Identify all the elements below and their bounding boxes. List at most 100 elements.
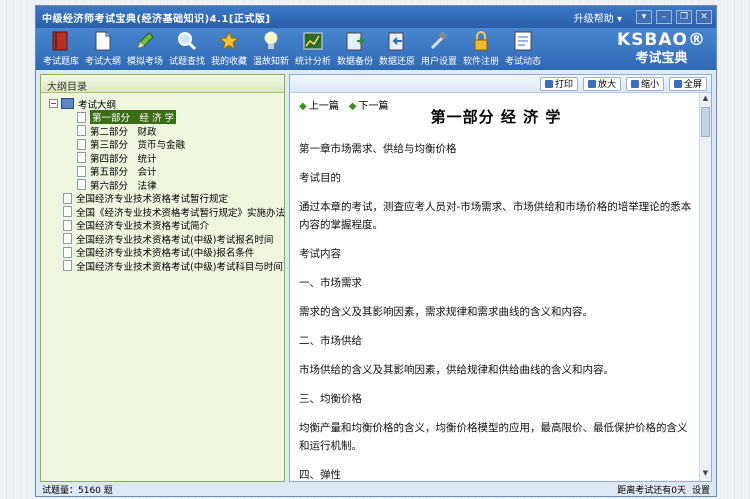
tree-item-part-3[interactable]: 第三部分 货币与金融 bbox=[49, 138, 284, 152]
tree-item-label: 全国《经济专业技术资格考试暂行规定》实施办法 bbox=[76, 207, 286, 219]
article-paragraph: 均衡产量和均衡价格的含义，均衡价格模型的应用，最高限价、最低保护价格的含义和运行… bbox=[299, 422, 688, 452]
tools-icon bbox=[429, 31, 449, 51]
left-arrow-icon: ◆ bbox=[299, 101, 307, 112]
article-content: ◆ 上一篇 ◆ 下一篇 第一部分 经 济 学 第一章市场需求、供给与均衡价格 考试目… bbox=[290, 93, 711, 481]
toolbar-search[interactable]: 试题查找 bbox=[166, 28, 208, 70]
star-icon bbox=[219, 31, 239, 51]
toolbar-restore[interactable]: 数据还原 bbox=[376, 28, 418, 70]
toolbar-news[interactable]: 考试动态 bbox=[502, 28, 544, 70]
right-arrow-icon: ◆ bbox=[348, 101, 357, 112]
toolbar-question-bank[interactable]: 考试题库 bbox=[40, 28, 82, 70]
pencil-icon bbox=[135, 31, 155, 51]
document-icon bbox=[77, 138, 86, 150]
toolbar-label: 统计分析 bbox=[294, 57, 331, 67]
fullscreen-button[interactable]: 全屏 bbox=[668, 76, 707, 91]
document-icon bbox=[63, 260, 72, 272]
next-label: 下一篇 bbox=[358, 101, 389, 112]
toolbar-backup[interactable]: 数据备份 bbox=[334, 28, 376, 70]
zoom-in-button[interactable]: 放大 bbox=[582, 76, 621, 91]
printer-icon bbox=[544, 79, 553, 88]
toolbar-user-settings[interactable]: 用户设置 bbox=[418, 28, 460, 70]
scroll-thumb[interactable] bbox=[701, 107, 710, 137]
outline-pane: 大纲目录 − 考试大纲 第一部分 经 济 学 第二部分 财政 第三部分 货币与金… bbox=[40, 74, 285, 482]
toolbar-statistics[interactable]: 统计分析 bbox=[292, 28, 334, 70]
restore-icon bbox=[387, 31, 407, 51]
zoom-in-icon bbox=[587, 79, 596, 88]
tree-item-doc-3[interactable]: 全国经济专业技术资格考试简介 bbox=[49, 219, 284, 232]
settings-link[interactable]: 设置 bbox=[692, 483, 710, 496]
tree-root-label: 考试大纲 bbox=[78, 99, 117, 111]
tree-item-label: 第四部分 统计 bbox=[90, 153, 157, 165]
toolbar-label: 模拟考场 bbox=[126, 57, 163, 67]
scroll-down-icon[interactable]: ▼ bbox=[700, 469, 711, 480]
toolbar-favorites[interactable]: 我的收藏 bbox=[208, 28, 250, 70]
zoom-out-label: 缩小 bbox=[640, 80, 659, 90]
zoom-out-button[interactable]: 缩小 bbox=[625, 76, 664, 91]
lightbulb-icon bbox=[261, 31, 281, 51]
window-title: 中级经济师考试宝典(经济基础知识)4.1[正式版] bbox=[42, 13, 271, 25]
news-icon bbox=[513, 31, 533, 51]
chart-icon bbox=[303, 31, 323, 51]
document-icon bbox=[63, 206, 72, 218]
toolbar-label: 温故知新 bbox=[252, 57, 289, 67]
upgrade-help-menu[interactable]: 升级帮助 ▾ bbox=[574, 10, 622, 25]
tree-item-label: 全国经济专业技术资格考试(中级)考试报名时间 bbox=[76, 234, 274, 246]
search-icon bbox=[177, 31, 197, 51]
title-bar: 中级经济师考试宝典(经济基础知识)4.1[正式版] 升级帮助 ▾ ▾ – ❐ ✕ bbox=[36, 6, 716, 28]
toolbar-label: 用户设置 bbox=[420, 57, 457, 67]
toolbar-label: 数据备份 bbox=[336, 57, 373, 67]
article-paragraph: 四、弹性 bbox=[299, 469, 341, 481]
toolbar-review[interactable]: 温故知新 bbox=[250, 28, 292, 70]
book-icon bbox=[51, 31, 71, 51]
tree-item-label: 全国经济专业技术资格考试(中级)报名条件 bbox=[76, 248, 255, 260]
outline-tree: − 考试大纲 第一部分 经 济 学 第二部分 财政 第三部分 货币与金融 第四部… bbox=[41, 93, 286, 481]
document-icon bbox=[77, 179, 86, 191]
question-count: 试题量：5160 题 bbox=[42, 485, 113, 496]
print-label: 打印 bbox=[554, 80, 573, 90]
menu-button[interactable]: ▾ bbox=[636, 10, 652, 24]
tree-item-doc-4[interactable]: 全国经济专业技术资格考试(中级)考试报名时间 bbox=[49, 232, 284, 246]
article-paragraph: 考试目的 bbox=[299, 172, 341, 184]
article-paragraph: 市场供给的含义及其影响因素，供给规律和供给曲线的含义和内容。 bbox=[299, 364, 614, 376]
article-paragraph: 第一章市场需求、供给与均衡价格 bbox=[299, 143, 457, 155]
tree-item-part-5[interactable]: 第五部分 会计 bbox=[49, 165, 284, 178]
minimize-button[interactable]: – bbox=[656, 10, 672, 24]
tree-item-label: 全国经济专业技术资格考试暂行规定 bbox=[76, 194, 229, 206]
toolbar-syllabus[interactable]: 考试大纲 bbox=[82, 28, 124, 70]
scroll-up-icon[interactable]: ▲ bbox=[700, 94, 711, 105]
content-pane: 打印 放大 缩小 全屏 ◆ 上一篇 ◆ 下一篇 第一部分 经 济 学 第一章市场需求… bbox=[289, 74, 712, 482]
next-article-link[interactable]: ◆ 下一篇 bbox=[349, 97, 389, 112]
tree-item-doc-2[interactable]: 全国《经济专业技术资格考试暂行规定》实施办法 bbox=[49, 205, 286, 219]
close-button[interactable]: ✕ bbox=[696, 10, 712, 24]
tree-item-doc-5[interactable]: 全国经济专业技术资格考试(中级)报名条件 bbox=[49, 246, 284, 260]
main-toolbar: 考试题库 考试大纲 模拟考场 试题查找 我的收藏 温故知新 统计分析 数据备份 bbox=[36, 28, 716, 70]
zoom-out-icon bbox=[630, 79, 639, 88]
article-paragraph: 三、均衡价格 bbox=[299, 393, 362, 405]
tree-item-doc-6[interactable]: 全国经济专业技术资格考试(中级)考试科目与时间 bbox=[49, 259, 284, 273]
tree-item-label: 第一部分 经 济 学 bbox=[90, 110, 177, 125]
toolbar-mock-exam[interactable]: 模拟考场 bbox=[124, 28, 166, 70]
tree-item-label: 第三部分 货币与金融 bbox=[90, 140, 186, 152]
document-icon bbox=[93, 31, 113, 51]
tree-item-doc-1[interactable]: 全国经济专业技术资格考试暂行规定 bbox=[49, 192, 284, 206]
collapse-icon[interactable]: − bbox=[49, 99, 58, 109]
lock-icon bbox=[471, 31, 491, 51]
content-scrollbar[interactable]: ▲ ▼ bbox=[699, 93, 711, 481]
toolbar-label: 数据还原 bbox=[378, 57, 415, 67]
tree-item-part-4[interactable]: 第四部分 统计 bbox=[49, 151, 284, 165]
tree-item-label: 第六部分 法律 bbox=[90, 180, 157, 192]
toolbar-register[interactable]: 软件注册 bbox=[460, 28, 502, 70]
maximize-button[interactable]: ❐ bbox=[676, 10, 692, 24]
tree-root[interactable]: − 考试大纲 bbox=[49, 97, 284, 111]
print-button[interactable]: 打印 bbox=[539, 76, 578, 91]
toolbar-label: 软件注册 bbox=[462, 57, 499, 67]
document-icon bbox=[77, 125, 86, 137]
zoom-in-label: 放大 bbox=[597, 80, 616, 90]
tree-item-part-6[interactable]: 第六部分 法律 bbox=[49, 178, 284, 192]
app-window: 中级经济师考试宝典(经济基础知识)4.1[正式版] 升级帮助 ▾ ▾ – ❐ ✕… bbox=[35, 5, 717, 497]
toolbar-label: 我的收藏 bbox=[210, 57, 247, 67]
prev-article-link[interactable]: ◆ 上一篇 bbox=[299, 97, 339, 112]
document-icon bbox=[63, 192, 72, 204]
tree-item-part-2[interactable]: 第二部分 财政 bbox=[49, 124, 284, 138]
tree-item-part-1[interactable]: 第一部分 经 济 学 bbox=[49, 110, 284, 125]
